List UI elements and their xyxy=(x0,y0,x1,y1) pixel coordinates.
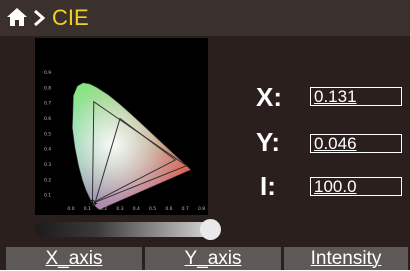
y-tick-label: 0.3 xyxy=(44,162,51,168)
header-bar: CIE xyxy=(0,0,410,36)
cie-chart: 0.0 0.1 0.2 0.3 0.4 0.5 0.6 0.7 0.8 0.9 0.8 0.7 0.6 0… xyxy=(35,38,208,215)
tab-intensity-label: Intensity xyxy=(310,248,382,269)
tab-intensity[interactable]: Intensity xyxy=(284,247,408,270)
intensity-value: 100.0 xyxy=(314,177,357,196)
x-tick-label: 0.0 xyxy=(67,206,74,212)
x-tick-label: 0.3 xyxy=(116,206,123,212)
x-value: 0.131 xyxy=(314,87,357,106)
y-label: Y: xyxy=(256,127,281,157)
y-tick-label: 0.6 xyxy=(44,116,51,122)
intensity-slider[interactable] xyxy=(35,219,221,241)
y-value: 0.046 xyxy=(314,134,357,153)
tab-x-axis[interactable]: X_axis xyxy=(6,247,142,270)
x-tick-label: 0.2 xyxy=(100,206,107,212)
cie-color-locus xyxy=(72,82,191,210)
slider-knob[interactable] xyxy=(200,219,221,240)
tab-y-axis[interactable]: Y_axis xyxy=(145,247,281,270)
x-tick-label: 0.8 xyxy=(198,206,205,212)
intensity-label: I: xyxy=(260,171,276,201)
y-tick-label: 0.1 xyxy=(44,193,51,199)
y-tick-label: 0.8 xyxy=(44,85,51,91)
y-tick-label: 0.2 xyxy=(44,177,51,183)
page-title: CIE xyxy=(52,5,89,30)
y-tick-label: 0.5 xyxy=(44,131,51,137)
y-value-field[interactable]: 0.046 xyxy=(310,134,402,153)
slider-track[interactable] xyxy=(35,222,211,237)
y-tick-label: 0.7 xyxy=(44,101,51,107)
tab-x-axis-label: X_axis xyxy=(45,248,103,269)
x-tick-label: 0.5 xyxy=(149,206,156,212)
screen: CIE 0.0 0.1 0.2 0.3 0.4 0.5 0.6 0.7 0.8 … xyxy=(0,0,410,270)
intensity-value-field[interactable]: 100.0 xyxy=(310,177,402,196)
x-tick-label: 0.4 xyxy=(133,206,140,212)
x-tick-label: 0.7 xyxy=(182,206,189,212)
x-tick-label: 0.6 xyxy=(165,206,172,212)
x-tick-label: 0.1 xyxy=(84,206,91,212)
tab-y-axis-label: Y_axis xyxy=(184,248,242,269)
chevron-right-icon xyxy=(34,9,45,27)
y-tick-label: 0.4 xyxy=(44,147,51,153)
home-icon[interactable] xyxy=(6,7,28,27)
x-label: X: xyxy=(256,82,282,112)
cie-chart-svg: 0.0 0.1 0.2 0.3 0.4 0.5 0.6 0.7 0.8 0.9 0.8 0.7 0.6 0… xyxy=(44,70,205,212)
x-value-field[interactable]: 0.131 xyxy=(310,87,402,106)
y-tick-label: 0.9 xyxy=(44,70,51,76)
